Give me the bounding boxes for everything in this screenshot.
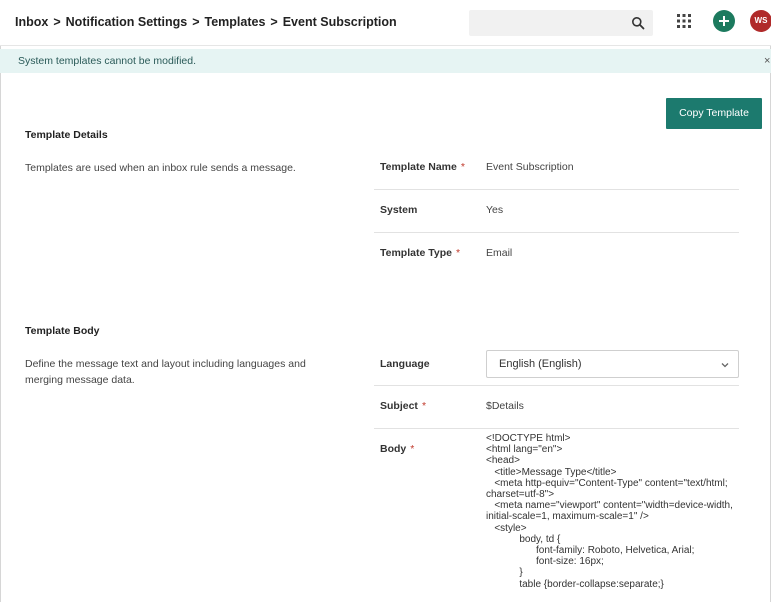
copy-template-button[interactable]: Copy Template: [666, 98, 762, 129]
apps-grid-icon[interactable]: [677, 14, 691, 28]
field-row-template-type: Template Type * Email: [374, 233, 739, 275]
field-label: Language: [380, 358, 430, 370]
close-icon[interactable]: ×: [764, 55, 770, 67]
breadcrumb-templates[interactable]: Templates: [205, 15, 266, 29]
notice-text: System templates cannot be modified.: [18, 55, 197, 67]
breadcrumb-inbox[interactable]: Inbox: [15, 15, 48, 29]
avatar[interactable]: WS: [750, 10, 771, 32]
breadcrumb-notification-settings[interactable]: Notification Settings: [66, 15, 188, 29]
field-value: Email: [486, 247, 513, 259]
add-button[interactable]: [713, 10, 735, 32]
field-label: Subject *: [380, 400, 427, 412]
field-row-system: System Yes: [374, 190, 739, 233]
template-details-title: Template Details: [25, 129, 108, 141]
plus-icon: [719, 16, 729, 26]
notice-banner: System templates cannot be modified. ×: [0, 49, 771, 73]
subject-value[interactable]: $Details: [486, 400, 524, 412]
breadcrumb-current: Event Subscription: [282, 15, 397, 29]
field-label: System: [380, 204, 418, 216]
body-code-editor[interactable]: <!DOCTYPE html> <html lang="en"> <head> …: [486, 433, 746, 590]
chevron-down-icon: [721, 363, 729, 368]
template-body-description: Define the message text and layout inclu…: [25, 358, 306, 386]
field-row-template-name: Template Name * Event Subscription: [374, 148, 739, 190]
field-label: Template Name *: [380, 161, 465, 173]
breadcrumb-separator: >: [53, 15, 61, 29]
breadcrumb: Inbox > Notification Settings > Templates > Ev…: [15, 15, 397, 29]
template-details-description: Templates are used when an inbox rule se…: [25, 162, 296, 174]
field-label: Body *: [380, 443, 415, 455]
breadcrumb-separator: >: [270, 15, 278, 29]
breadcrumb-separator: >: [192, 15, 200, 29]
language-select[interactable]: English (English): [486, 350, 739, 378]
top-bar: Inbox > Notification Settings > Templates > Ev…: [0, 0, 771, 46]
field-value: Event Subscription: [486, 161, 574, 173]
field-label: Template Type *: [380, 247, 461, 259]
field-row-subject: Subject * $Details: [374, 386, 739, 429]
template-body-title: Template Body: [25, 325, 100, 337]
search-icon[interactable]: [631, 16, 645, 30]
field-value: Yes: [486, 204, 504, 216]
search-input[interactable]: [469, 10, 653, 36]
language-select-value: English (English): [499, 358, 582, 370]
